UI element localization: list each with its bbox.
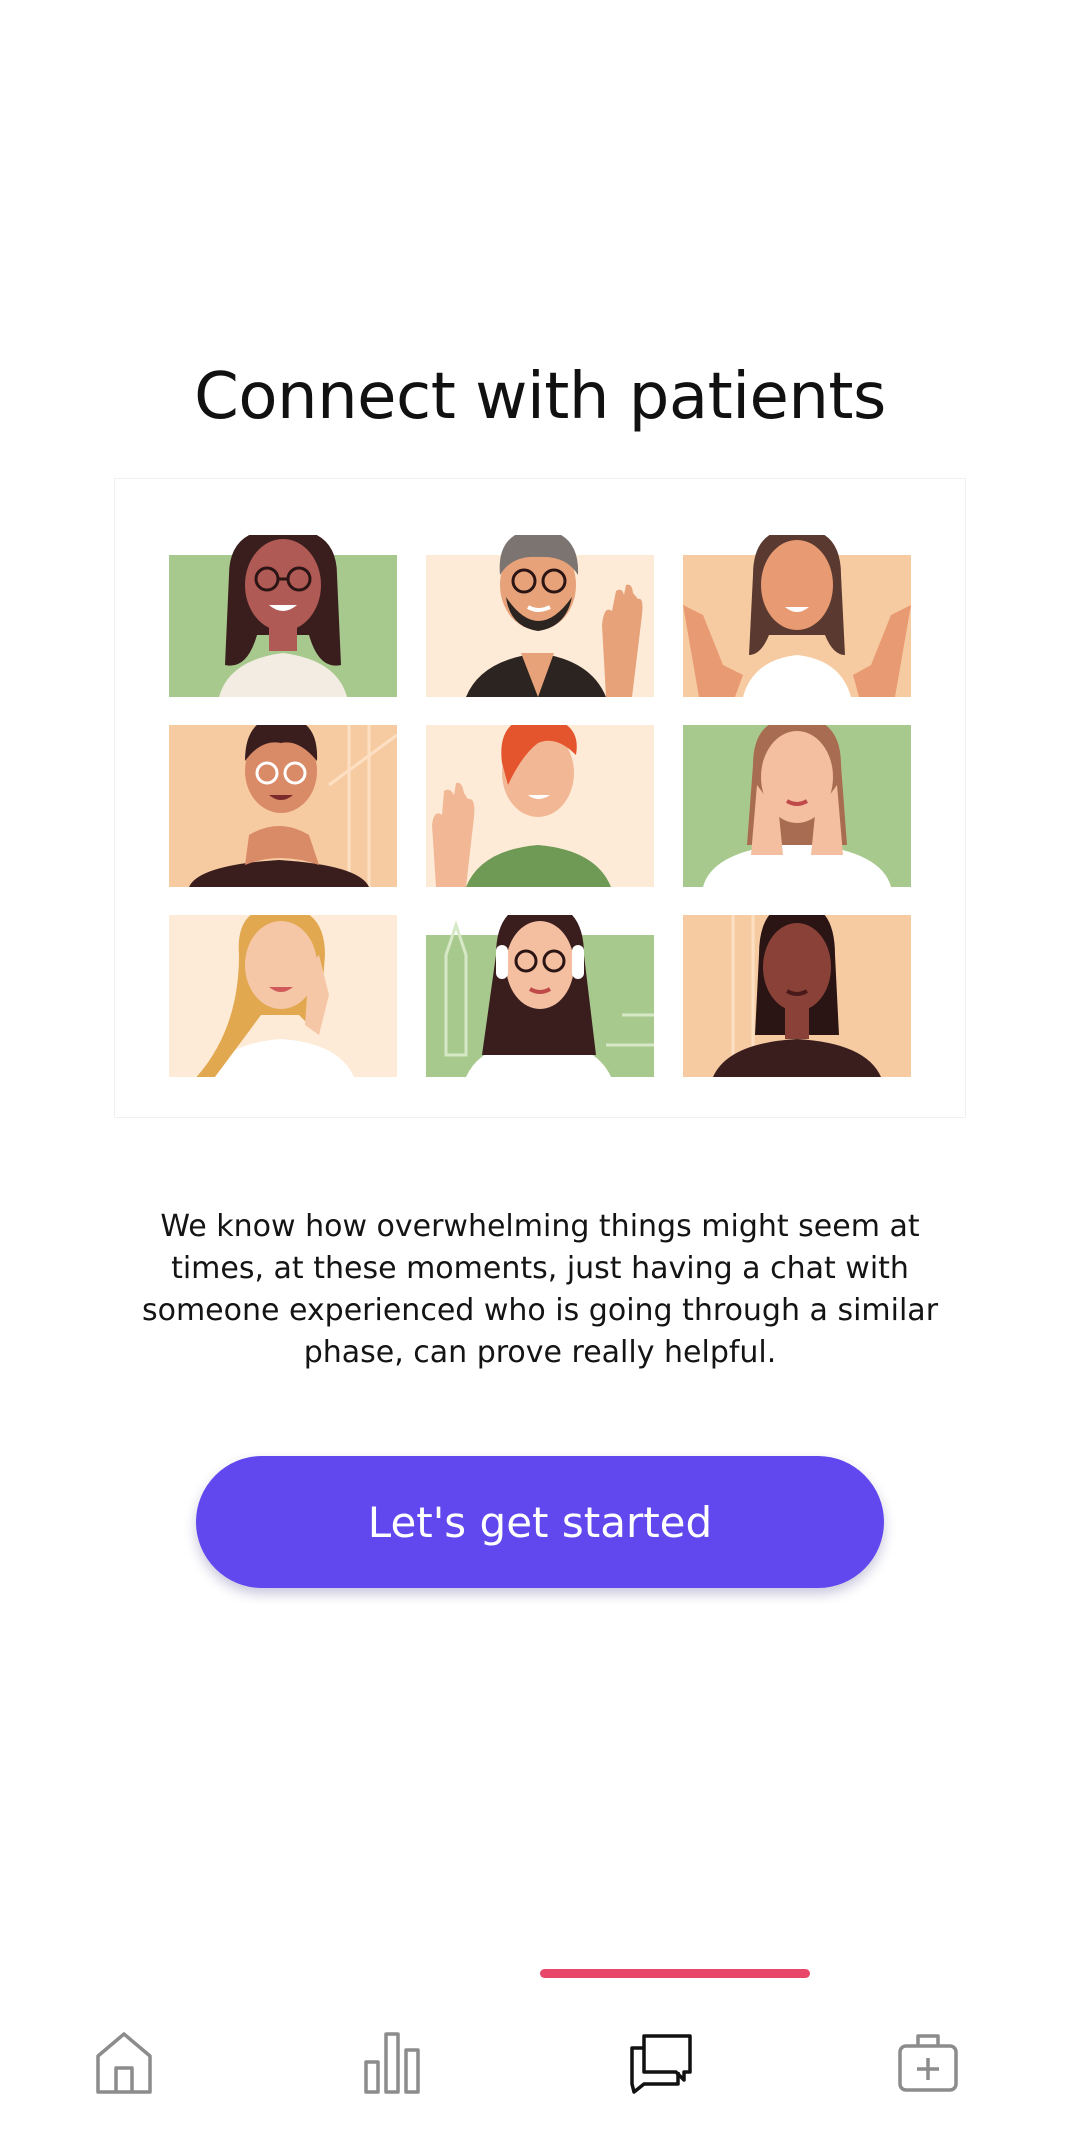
patients-grid	[169, 535, 911, 1079]
patient-avatar-tile	[169, 915, 397, 1077]
home-icon	[96, 2032, 152, 2094]
page-title: Connect with patients	[194, 360, 886, 434]
patient-avatar-tile	[683, 915, 911, 1077]
chat-icon	[630, 2034, 692, 2094]
patient-avatar-tile	[169, 535, 397, 697]
nav-home[interactable]	[84, 2022, 164, 2102]
bar-chart-icon	[364, 2032, 420, 2094]
intro-description: We know how overwhelming things might se…	[141, 1209, 939, 1370]
patient-avatar-tile	[169, 725, 397, 887]
patients-illustration	[114, 478, 966, 1118]
active-tab-indicator	[540, 1969, 810, 1978]
get-started-button[interactable]: Let's get started	[196, 1456, 884, 1588]
patient-avatar-tile	[426, 535, 654, 697]
nav-medical[interactable]	[888, 2022, 968, 2102]
bottom-navigation	[0, 2010, 1080, 2110]
nav-chat[interactable]	[620, 2022, 700, 2102]
nav-stats[interactable]	[352, 2022, 432, 2102]
medical-kit-icon	[898, 2034, 958, 2092]
patient-avatar-tile	[683, 725, 911, 887]
patient-avatar-tile	[683, 535, 911, 697]
patient-avatar-tile	[426, 725, 654, 887]
patient-avatar-tile	[426, 915, 654, 1077]
